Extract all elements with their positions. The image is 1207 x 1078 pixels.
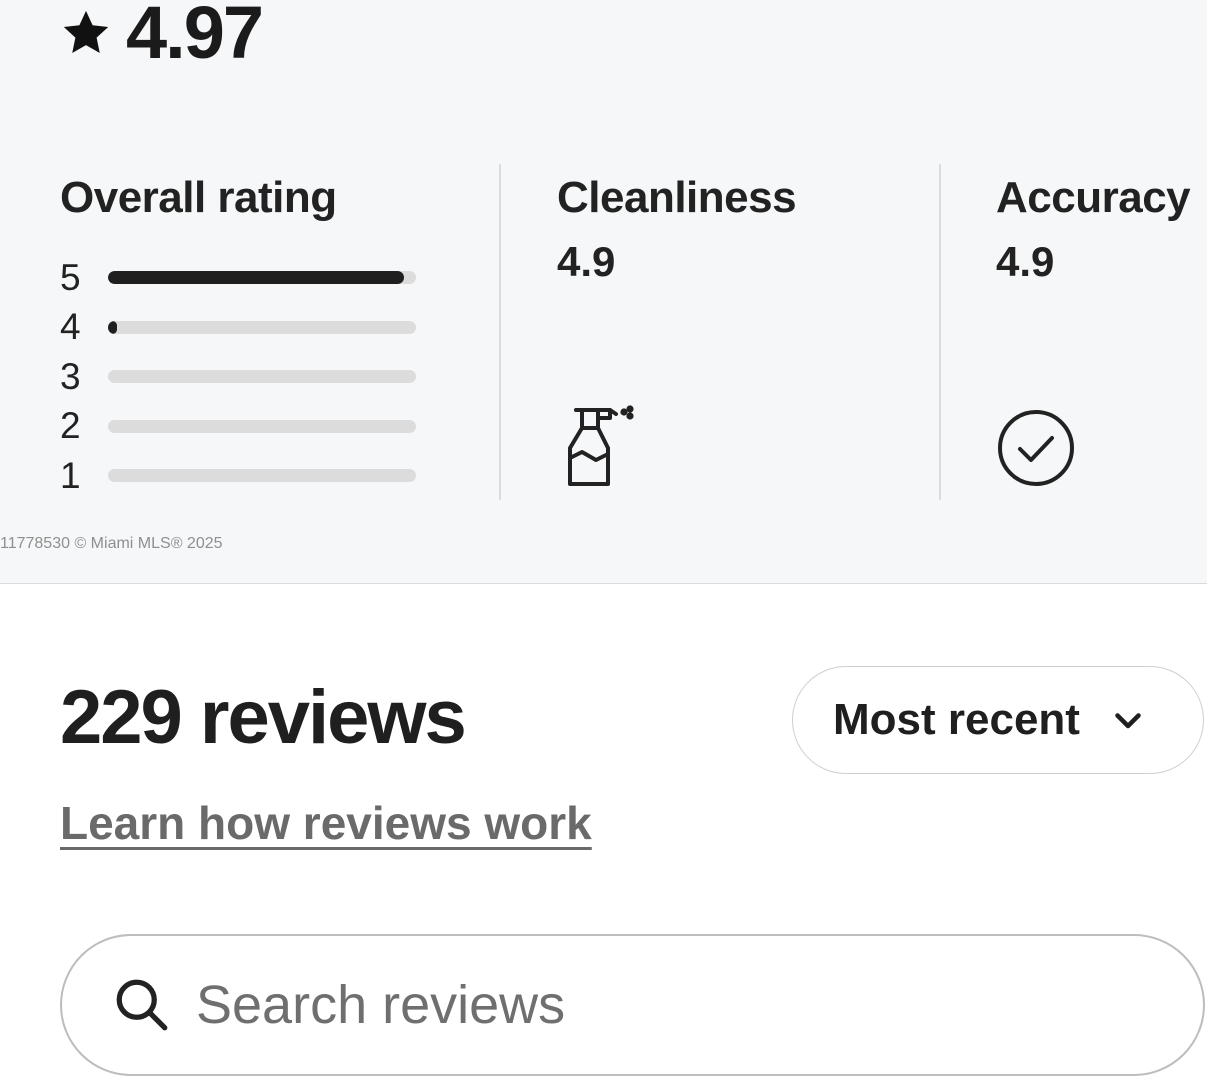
rating-bar-track [108,320,416,334]
spray-bottle-icon [568,405,634,486]
rating-bar-row: 3 [60,352,430,402]
rating-bar-fill [108,271,404,285]
rating-bar-track [108,469,416,483]
rating-bar-track [108,370,416,384]
page: 4.97 Overall rating 5 4 3 2 1 Cleanlines… [0,0,1207,1078]
star-icon [63,10,109,53]
check-circle-icon [998,410,1074,486]
reviews-count: 229 reviews [60,675,467,760]
learn-how-reviews-work-link[interactable]: Learn how reviews work [60,792,592,854]
search-reviews-input[interactable] [196,974,1096,1036]
cleanliness-title: Cleanliness [557,173,797,222]
rating-bar-fill [108,320,118,334]
rating-bar-label: 5 [60,256,81,298]
column-divider [939,164,941,500]
rating-distribution: 5 4 3 2 1 [60,253,430,501]
sort-label: Most recent [833,695,1080,744]
rating-bar-label: 3 [60,355,81,397]
rating-bar-label: 4 [60,306,81,348]
rating-score: 4.97 [126,0,264,74]
overall-rating-title: Overall rating [60,173,337,222]
overall-score: 4.97 [60,0,264,78]
accuracy-title: Accuracy [996,173,1191,222]
rating-bar-track [108,271,416,285]
rating-bar-row: 5 [60,253,430,303]
rating-bar-label: 2 [60,405,81,447]
mls-watermark: 11778530 © Miami MLS® 2025 [0,535,223,552]
accuracy-value: 4.9 [996,238,1055,285]
rating-bar-label: 1 [60,454,81,496]
column-divider [499,164,501,500]
rating-bar-track [108,419,416,433]
rating-bar-row: 1 [60,451,430,501]
rating-bar-row: 4 [60,303,430,353]
chevron-down-icon [1115,713,1141,729]
sort-dropdown[interactable]: Most recent [792,666,1204,774]
search-icon [116,979,168,1031]
search-reviews-box[interactable] [60,934,1205,1076]
cleanliness-value: 4.9 [557,238,616,285]
rating-bar-row: 2 [60,402,430,452]
rating-panel: 4.97 Overall rating 5 4 3 2 1 Cleanlines… [0,0,1207,584]
